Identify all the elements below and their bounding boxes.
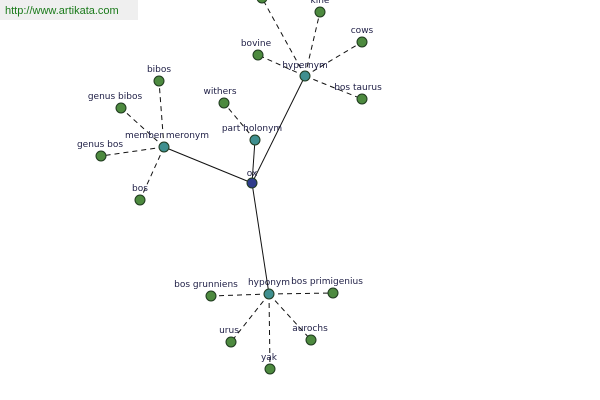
leaf-node-bovine[interactable]: bovine [241,39,272,61]
leaf-node-aurochs-dot[interactable] [305,334,317,346]
relation-node-part-holonym-label[interactable]: part holonym [222,124,282,134]
relation-node-member-meronym[interactable]: member meronym [125,131,209,153]
leaf-node-aurochs-label[interactable]: aurochs [292,324,328,334]
leaf-node-bibos-label[interactable]: bibos [147,65,171,75]
leaf-node-genus-bos-label[interactable]: genus bos [77,140,123,150]
leaf-node-genus-bibos-label[interactable]: genus bibos [88,92,143,102]
leaf-node-withers-dot[interactable] [218,97,230,109]
leaf-node-bovine-label[interactable]: bovine [241,39,272,49]
leaf-node-bibos[interactable]: bibos [147,65,171,87]
leaf-node-cattle[interactable]: cattle [247,0,273,4]
leaf-node-kine-dot[interactable] [314,6,326,18]
relation-node-hypernym-dot[interactable] [299,70,311,82]
leaf-node-yak-label[interactable]: yak [261,353,278,363]
relation-node-hypernym[interactable]: hypernym [282,61,328,82]
leaf-node-bibos-dot[interactable] [153,75,165,87]
leaf-node-withers-label[interactable]: withers [203,87,236,97]
leaf-node-cows[interactable]: cows [351,26,374,48]
leaf-node-bos[interactable]: bos [132,184,148,206]
leaf-node-cows-dot[interactable] [356,36,368,48]
leaf-node-genus-bos-dot[interactable] [95,150,107,162]
leaf-node-bos-taurus-dot[interactable] [356,93,368,105]
leaf-node-bos-taurus[interactable]: bos taurus [334,83,382,105]
relation-node-member-meronym-label[interactable]: member meronym [125,131,209,141]
leaf-node-genus-bibos-dot[interactable] [115,102,127,114]
leaf-node-bos-primigenius-dot[interactable] [327,287,339,299]
leaf-node-urus[interactable]: urus [219,326,239,348]
leaf-node-withers[interactable]: withers [203,87,237,109]
center-node-ox-dot[interactable] [246,177,258,189]
leaf-node-bos-primigenius-label[interactable]: bos primigenius [291,277,363,287]
leaf-node-cows-label[interactable]: cows [351,26,374,36]
relation-node-hyponym[interactable]: hyponym [248,278,290,300]
leaf-node-bos-label[interactable]: bos [132,184,148,194]
center-node-ox-label[interactable]: ox [247,169,258,179]
leaf-node-yak[interactable]: yak [261,353,278,375]
leaf-node-bovine-dot[interactable] [252,49,264,61]
leaf-node-bos-grunniens-label[interactable]: bos grunniens [174,280,238,290]
relation-node-part-holonym-dot[interactable] [249,134,261,146]
leaf-node-genus-bibos[interactable]: genus bibos [88,92,143,114]
relation-node-hyponym-dot[interactable] [263,288,275,300]
wordnet-graph: bibos genus bibos genus bos bos member meron… [77,0,382,375]
leaf-node-cattle-dot[interactable] [256,0,268,4]
leaf-node-urus-label[interactable]: urus [219,326,239,336]
leaf-node-bos-dot[interactable] [134,194,146,206]
center-node-ox[interactable]: ox [246,169,258,189]
leaf-node-bos-primigenius[interactable]: bos primigenius [291,277,363,299]
leaf-node-bos-taurus-label[interactable]: bos taurus [334,83,382,93]
relation-node-hypernym-label[interactable]: hypernym [282,61,328,71]
relation-node-part-holonym[interactable]: part holonym [222,124,282,146]
leaf-node-aurochs[interactable]: aurochs [292,324,328,346]
leaf-node-genus-bos[interactable]: genus bos [77,140,123,162]
edge-hyponym-bos-primigenius [268,292,334,295]
relation-node-hyponym-label[interactable]: hyponym [248,278,290,288]
edge-hyponym-bos-grunniens [210,293,270,297]
leaf-node-kine-label[interactable]: kine [311,0,330,6]
edge-member-meronym-genus-bibos [120,107,165,148]
leaf-node-urus-dot[interactable] [225,336,237,348]
edge-ox-member-meronym [163,146,253,184]
leaf-node-yak-dot[interactable] [264,363,276,375]
relation-node-member-meronym-dot[interactable] [158,141,170,153]
leaf-node-bos-grunniens[interactable]: bos grunniens [174,280,238,302]
leaf-node-kine[interactable]: kine [311,0,330,18]
edge-part-holonym-withers [223,102,256,141]
leaf-node-bos-grunniens-dot[interactable] [205,290,217,302]
